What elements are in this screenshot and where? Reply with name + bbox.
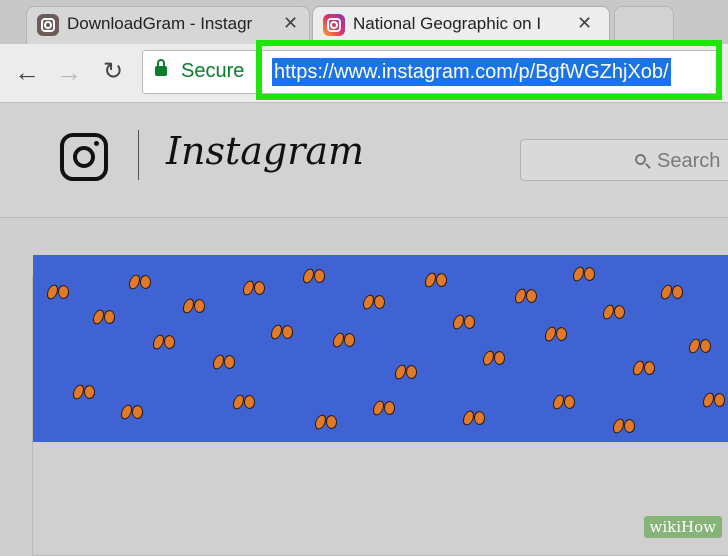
butterfly: [661, 285, 683, 299]
post-image-monarch-butterflies[interactable]: [33, 255, 728, 442]
butterfly: [363, 295, 385, 309]
butterfly: [315, 415, 337, 429]
butterfly: [93, 310, 115, 324]
instagram-favicon-icon: [37, 14, 59, 36]
butterfly: [603, 305, 625, 319]
tab-national-geographic[interactable]: National Geographic on I ✕: [312, 6, 610, 44]
butterfly: [373, 401, 395, 415]
forward-arrow-icon[interactable]: →: [54, 58, 84, 88]
tab-title: National Geographic on I: [353, 14, 542, 33]
instagram-favicon-icon: [323, 14, 345, 36]
header-divider: [138, 130, 139, 180]
secure-label: Secure: [181, 60, 245, 82]
tab-title: DownloadGram - Instagr: [67, 14, 253, 33]
close-icon[interactable]: ✕: [577, 13, 592, 34]
butterfly: [613, 419, 635, 433]
butterfly: [545, 327, 567, 341]
instagram-wordmark[interactable]: Instagram: [166, 129, 364, 173]
butterfly: [463, 411, 485, 425]
butterfly: [243, 281, 265, 295]
butterfly: [425, 273, 447, 287]
butterfly: [483, 351, 505, 365]
butterfly: [453, 315, 475, 329]
browser-tab-strip: DownloadGram - Instagr ✕ National Geogra…: [0, 0, 728, 44]
butterfly: [153, 335, 175, 349]
butterfly: [633, 361, 655, 375]
butterfly: [553, 395, 575, 409]
instagram-header: Instagram Search: [0, 103, 728, 218]
butterfly: [233, 395, 255, 409]
butterfly: [121, 405, 143, 419]
reload-icon[interactable]: ↻: [98, 58, 128, 88]
instagram-camera-icon[interactable]: [60, 133, 108, 181]
butterfly: [573, 267, 595, 281]
butterfly: [703, 393, 725, 407]
search-input[interactable]: Search: [520, 139, 728, 181]
butterfly: [515, 289, 537, 303]
butterfly: [395, 365, 417, 379]
butterfly: [73, 385, 95, 399]
butterfly: [689, 339, 711, 353]
butterfly: [303, 269, 325, 283]
url-text[interactable]: https://www.instagram.com/p/BgfWGZhjXob/: [272, 58, 671, 86]
search-icon: [635, 154, 646, 165]
lock-icon: [155, 59, 167, 76]
butterfly: [271, 325, 293, 339]
wikihow-watermark: wikiHow: [643, 516, 722, 538]
back-arrow-icon[interactable]: ←: [12, 58, 42, 88]
butterfly: [129, 275, 151, 289]
butterfly: [183, 299, 205, 313]
search-placeholder: Search: [657, 150, 721, 172]
tab-downloadgram[interactable]: DownloadGram - Instagr ✕: [26, 6, 310, 44]
butterfly: [213, 355, 235, 369]
new-tab-button[interactable]: [614, 6, 674, 44]
close-icon[interactable]: ✕: [283, 13, 298, 34]
butterfly: [333, 333, 355, 347]
butterfly: [47, 285, 69, 299]
